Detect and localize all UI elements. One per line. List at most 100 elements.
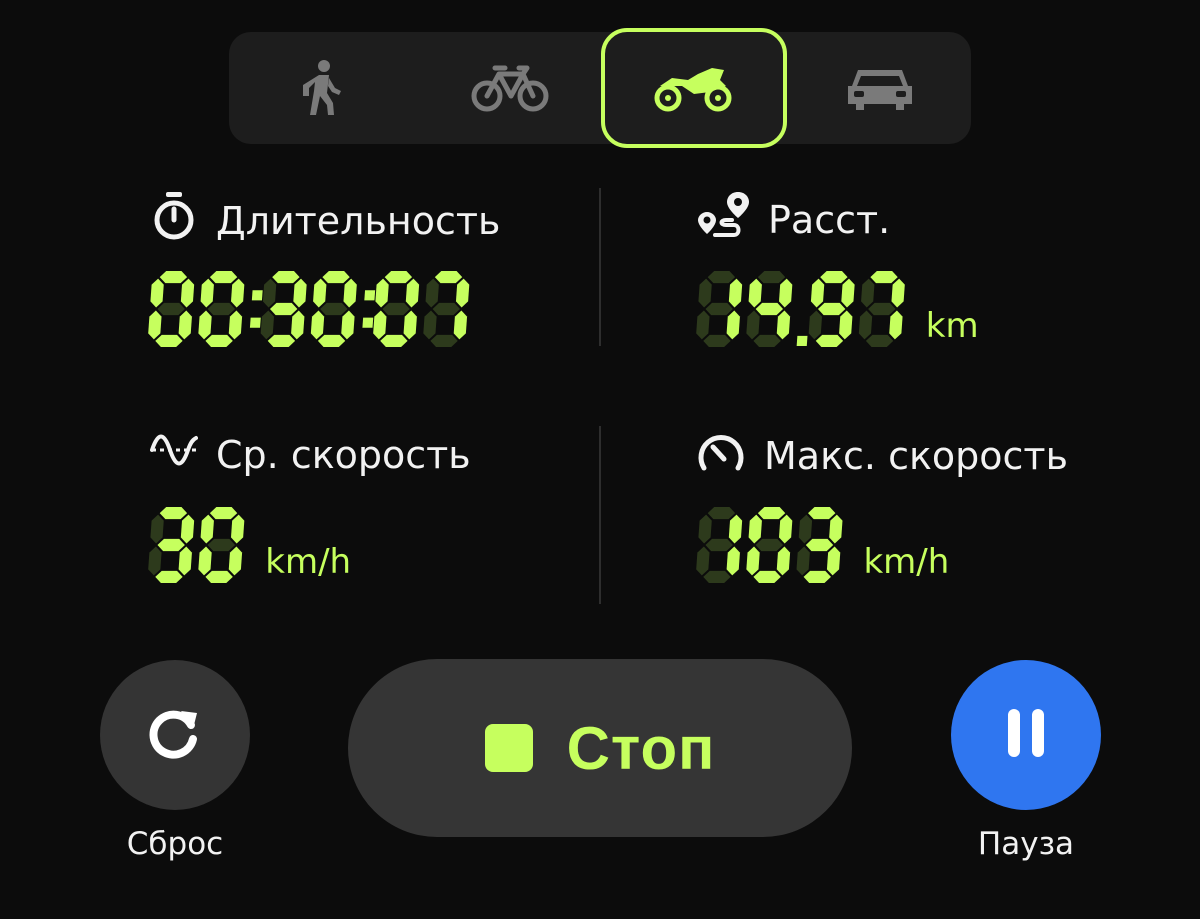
digit-1 (696, 271, 743, 347)
segment-f (150, 278, 164, 308)
segment-d (380, 334, 408, 347)
stop-button[interactable]: Стоп (348, 659, 852, 837)
mode-car-button[interactable] (787, 32, 972, 144)
avg-speed-value: km/h (146, 506, 351, 584)
segment-a (757, 507, 786, 520)
segment-g (207, 302, 236, 316)
segment-c (178, 546, 192, 576)
segment-b (728, 514, 743, 544)
digit-0 (310, 271, 357, 347)
segment-a (384, 271, 413, 284)
seven-segment-display (696, 507, 843, 583)
separator-dot (364, 290, 376, 301)
segment-d (703, 570, 731, 583)
digit-colon (249, 290, 263, 328)
segment-b (778, 278, 793, 308)
max-speed-digits (694, 506, 845, 584)
seven-segment-display (148, 271, 470, 347)
segment-b (829, 514, 843, 544)
segment-d (205, 570, 233, 583)
digit-7 (858, 271, 905, 347)
segment-f (200, 514, 214, 544)
bicycle-icon (471, 62, 549, 114)
segment-d (155, 570, 183, 583)
segment-b (180, 514, 195, 544)
digit-0 (198, 507, 245, 583)
segment-g (157, 302, 185, 316)
segment-e (746, 310, 760, 340)
stop-square-icon (484, 724, 533, 772)
segment-g (269, 302, 298, 316)
segment-e (796, 546, 810, 576)
segment-c (453, 310, 468, 340)
segment-e (198, 546, 212, 576)
segment-e (808, 310, 823, 340)
segment-c (826, 546, 841, 576)
segment-b (841, 278, 855, 308)
segment-d (155, 334, 183, 347)
segment-g (755, 302, 784, 316)
distance-value: km (694, 270, 979, 348)
reset-button[interactable] (100, 660, 250, 810)
digit-3 (148, 507, 195, 583)
segment-d (753, 334, 781, 347)
pause-caption: Пауза (977, 826, 1075, 862)
segment-d (317, 334, 346, 347)
segment-e (148, 310, 162, 340)
segment-c (403, 310, 417, 340)
stop-label: Стоп (566, 714, 716, 782)
mode-motorcycle-button[interactable] (601, 28, 787, 148)
segment-a (159, 507, 188, 520)
duration-digits (146, 270, 472, 348)
segment-f (313, 278, 327, 308)
mode-bicycle-button[interactable] (417, 32, 602, 144)
segment-a (808, 507, 836, 520)
segment-f (698, 514, 712, 544)
avg-speed-unit: km/h (265, 542, 352, 582)
pause-button[interactable] (951, 660, 1101, 810)
segment-e (148, 546, 162, 576)
segment-b (778, 514, 793, 544)
digit-0 (198, 271, 245, 347)
segment-d (205, 334, 233, 347)
segment-g (382, 302, 410, 316)
segment-d (803, 570, 831, 583)
distance-label-row: Расст. (696, 190, 890, 249)
segment-c (178, 310, 192, 340)
digit-3 (260, 271, 307, 347)
segment-e (423, 310, 437, 340)
segment-b (230, 514, 245, 544)
segment-c (889, 310, 903, 340)
separator-dot (249, 317, 261, 328)
motorcycle-icon (654, 64, 734, 112)
digit-1 (696, 507, 743, 583)
segment-e (310, 310, 325, 340)
segment-c (291, 310, 305, 340)
segment-e (260, 310, 275, 340)
duration-label-row: Длительность (150, 190, 500, 251)
duration-label: Длительность (216, 198, 501, 243)
segment-g (207, 538, 236, 552)
segment-f (200, 278, 214, 308)
digit-0 (746, 507, 793, 583)
segment-d (815, 334, 844, 347)
segment-a (209, 507, 238, 520)
refresh-icon (145, 703, 205, 767)
pause-icon (1004, 707, 1048, 763)
mode-walk-button[interactable] (229, 32, 414, 144)
column-divider (599, 188, 601, 346)
digit-4 (746, 271, 793, 347)
duration-value (146, 270, 472, 348)
segment-c (726, 310, 740, 340)
segment-b (180, 278, 195, 308)
segment-f (798, 514, 813, 544)
segment-d (865, 334, 894, 347)
segment-d (267, 334, 296, 347)
segment-g (755, 538, 784, 552)
segment-g (320, 302, 348, 316)
segment-f (262, 278, 277, 308)
segment-f (810, 278, 825, 308)
digit-0 (148, 271, 195, 347)
segment-d (430, 334, 458, 347)
transport-mode-selector (229, 28, 972, 148)
